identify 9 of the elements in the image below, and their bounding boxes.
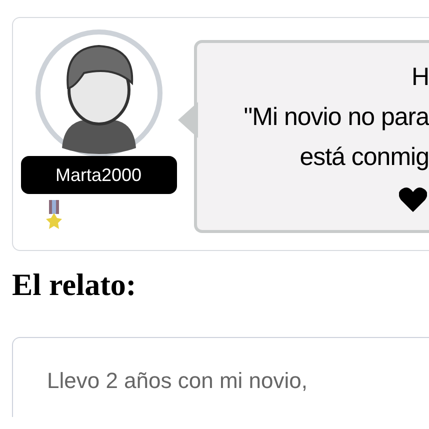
heart-icon[interactable] xyxy=(399,187,427,213)
medal-icon xyxy=(46,200,62,230)
quote-line: H xyxy=(411,62,429,93)
quote-line: está conmig xyxy=(300,142,429,173)
story-text: Llevo 2 años con mi novio, xyxy=(47,367,308,395)
section-title: El relato: xyxy=(12,267,138,303)
quote-line: "Mi novio no para xyxy=(244,102,429,133)
username-badge[interactable]: Marta2000 xyxy=(20,156,176,194)
avatar-icon xyxy=(34,28,164,158)
